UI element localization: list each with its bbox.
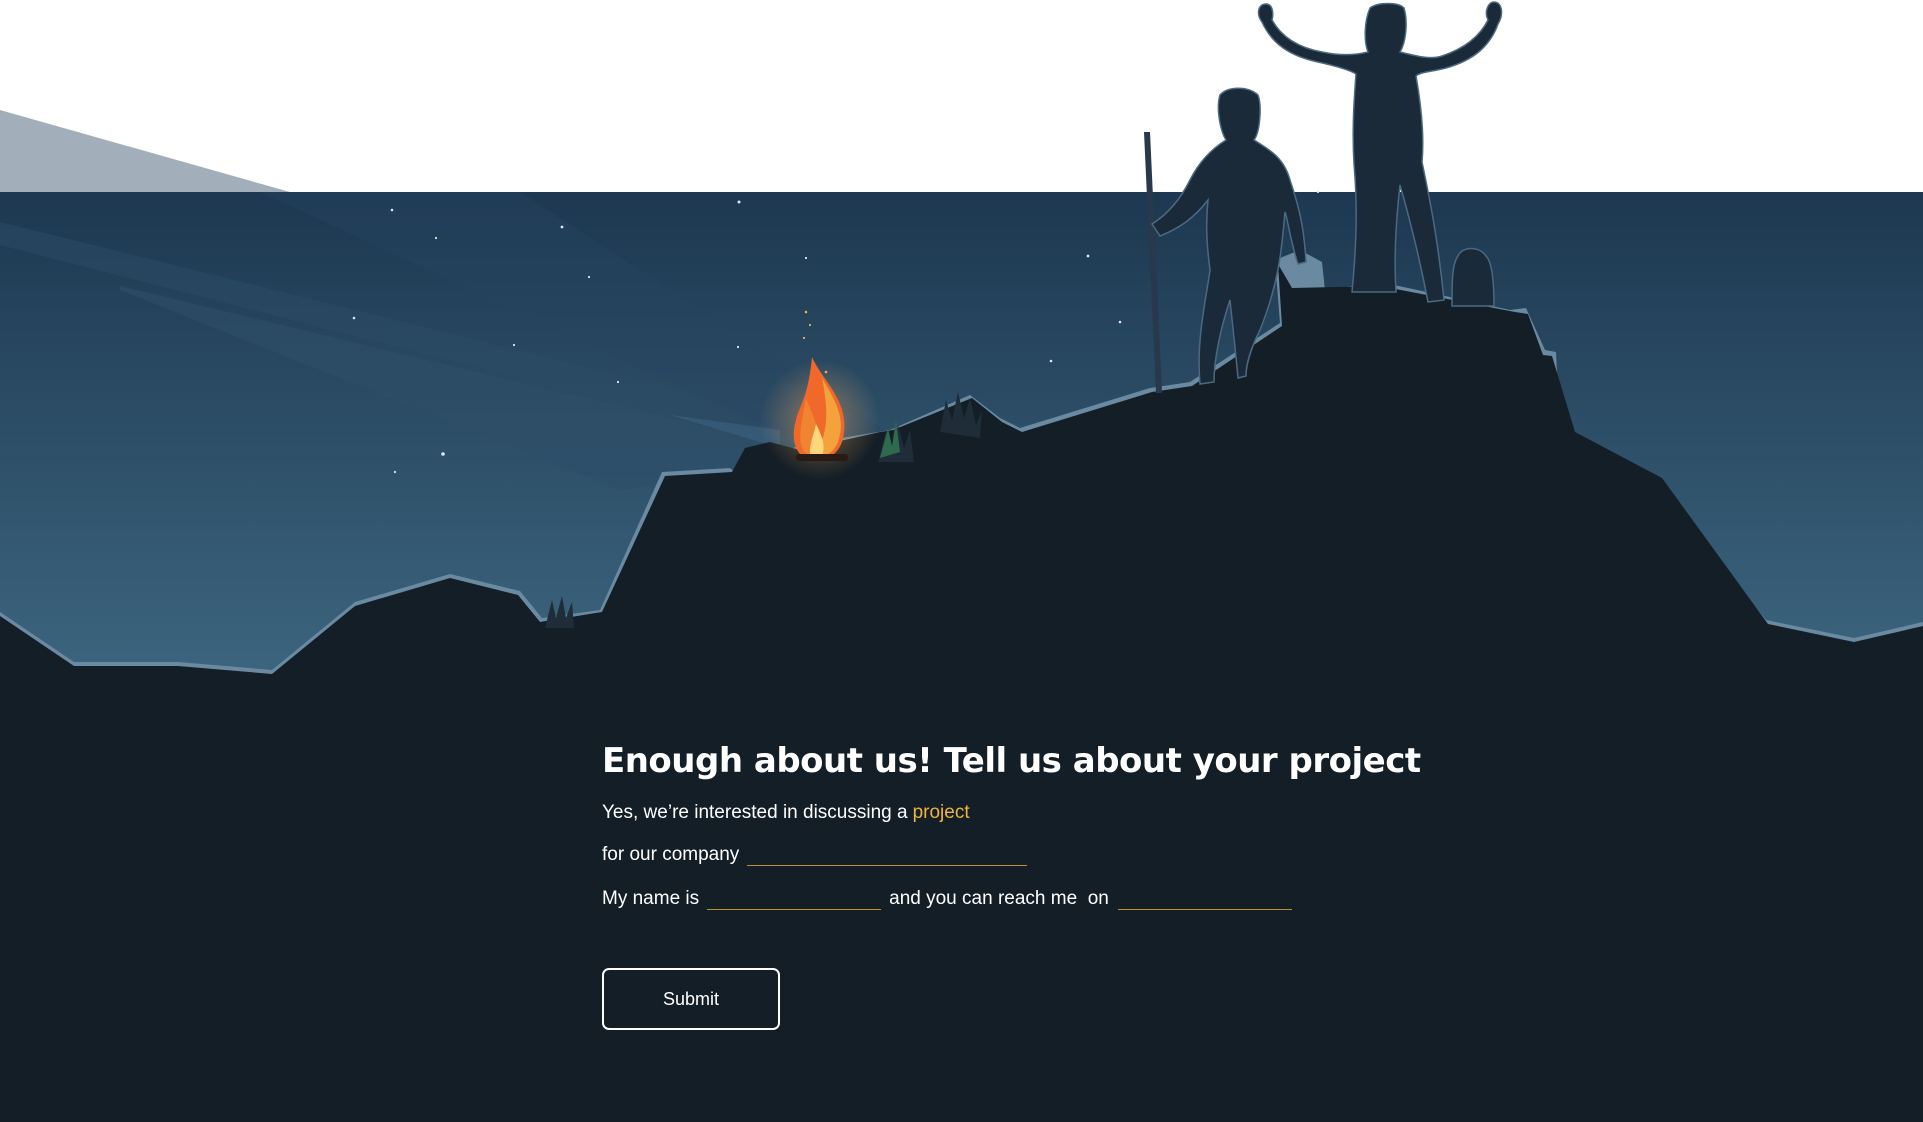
name-label: My name is	[602, 888, 700, 909]
submit-button[interactable]: Submit	[602, 968, 780, 1030]
company-label: for our company	[602, 844, 740, 865]
company-input[interactable]	[747, 843, 1028, 866]
company-line: for our company	[602, 843, 1602, 867]
name-input[interactable]	[707, 887, 882, 910]
light-wedge	[0, 110, 290, 192]
project-link[interactable]: project	[913, 801, 970, 825]
contact-form: Enough about us! Tell us about your proj…	[602, 737, 1602, 1030]
hero-illustration	[0, 0, 1923, 1122]
backpack	[1451, 247, 1495, 307]
contact-input[interactable]	[1117, 887, 1292, 910]
project-prefix-text: Yes, we’re interested in discussing a	[602, 802, 908, 823]
reach-label: and you can reach me on	[889, 888, 1109, 909]
name-contact-line: My name is and you can reach me on	[602, 887, 1602, 911]
form-title: Enough about us! Tell us about your proj…	[602, 741, 1421, 781]
night-mountain-scene	[0, 1, 1923, 1122]
project-line: Yes, we’re interested in discussing a pr…	[602, 801, 1602, 825]
